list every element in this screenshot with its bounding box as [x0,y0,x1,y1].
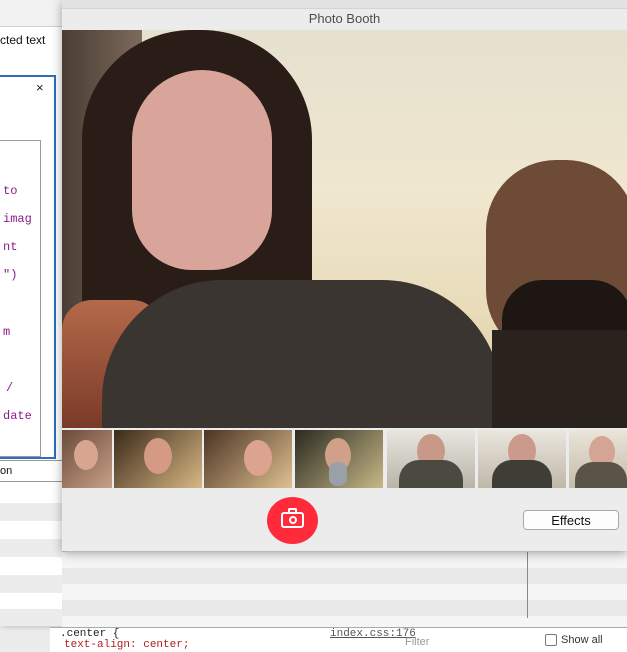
list-row [0,575,62,593]
thumbnail-body [575,462,627,488]
preview-person-sweater [102,280,502,428]
editor-toolbar [0,0,62,27]
show-all-toggle[interactable]: Show all [545,634,603,647]
code-line: imag [3,212,32,226]
thumbnail-body [399,460,463,488]
selected-text-label[interactable]: cted text [0,33,45,47]
list-row [0,503,62,521]
camera-icon [281,508,304,528]
window-title: Photo Booth [308,11,381,26]
checkbox-icon[interactable] [545,634,557,647]
source-link[interactable]: index.css:176 [330,628,416,640]
list-row [0,539,62,557]
code-line: date [3,409,32,423]
code-line: / [6,381,14,395]
show-all-label: Show all [561,634,603,646]
list-row [62,568,627,584]
thumbnail-face [244,440,272,476]
photo-booth-window: Photo Booth Effects [62,0,627,551]
thumbnail-face [74,440,98,470]
photo-thumbnail[interactable] [204,430,292,488]
photo-filmstrip [62,430,627,490]
photo-thumbnail[interactable] [114,430,202,488]
photo-thumbnail[interactable] [62,430,112,488]
close-icon[interactable]: × [36,80,44,95]
list-row [0,609,62,626]
css-property: text-align: center; [64,639,190,651]
preview-person-face [132,70,272,270]
inspector-footer: .center { text-align: center; index.css:… [50,627,627,652]
list-row [62,600,627,616]
filter-input[interactable]: Filter [405,636,429,648]
code-line: nt [3,240,18,254]
photo-booth-controls: Effects [62,490,627,551]
take-photo-button[interactable] [267,497,318,544]
background-inspector: .center { text-align: center; index.css:… [50,552,627,652]
code-line: to [3,184,18,198]
divider [527,552,528,618]
photo-thumbnail[interactable] [569,430,627,488]
preview-second-person-shoulder [492,330,627,428]
code-line: ") [3,268,18,282]
background-editor-window: cted text × to imag nt ") m / date on [0,0,63,626]
thumbnail-face [144,438,172,474]
thumbnail-microphone [329,462,347,486]
lens-icon [289,516,297,524]
editor-field[interactable]: on [0,460,62,482]
photo-thumbnail[interactable] [387,430,475,488]
photo-thumbnail[interactable] [295,430,383,488]
thumbnail-body [492,460,552,488]
camera-preview [62,30,627,428]
code-line: m [3,325,11,339]
effects-button[interactable]: Effects [523,510,619,530]
photo-thumbnail[interactable] [478,430,566,488]
